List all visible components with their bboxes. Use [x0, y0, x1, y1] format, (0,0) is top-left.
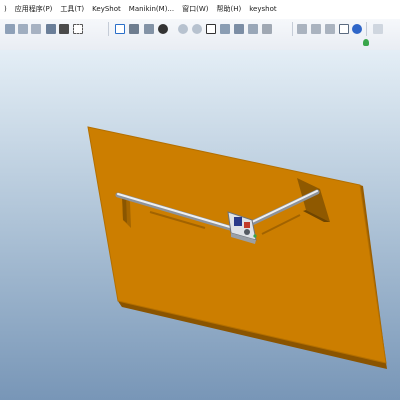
point-display-icon[interactable]: [311, 24, 321, 34]
find-icon[interactable]: [59, 24, 69, 34]
copy-icon[interactable]: [5, 24, 15, 34]
menu-keyshot[interactable]: KeyShot: [88, 0, 125, 19]
annotation-display-icon[interactable]: [339, 24, 349, 34]
paste-icon[interactable]: [18, 24, 28, 34]
joint-pin: [244, 229, 250, 235]
spin-center-icon[interactable]: [158, 24, 168, 34]
menu-window[interactable]: 窗口(W): [178, 0, 212, 19]
graphics-viewport[interactable]: [0, 50, 400, 400]
paste-special-icon[interactable]: [31, 24, 41, 34]
csys-display-icon[interactable]: [325, 24, 335, 34]
view-manager-icon[interactable]: [129, 24, 139, 34]
menu-bar: ) 应用程序(P) 工具(T) KeyShot Manikin(M)... 窗口(W) 帮助…: [0, 0, 400, 20]
appearance-icon[interactable]: [352, 24, 362, 34]
joint-marker: [253, 234, 257, 238]
zoom-in-icon[interactable]: [178, 24, 188, 34]
saved-views-icon[interactable]: [234, 24, 244, 34]
reorient-icon[interactable]: [220, 24, 230, 34]
shading-icon[interactable]: [144, 24, 154, 34]
status-icon[interactable]: [363, 39, 369, 46]
joint-detail: [234, 217, 242, 226]
repaint-icon[interactable]: [115, 24, 125, 34]
menu-window-edge[interactable]: ): [0, 0, 11, 19]
refit-icon[interactable]: [206, 24, 216, 34]
toolbar-separator: [108, 22, 109, 36]
toolbar-separator: [292, 22, 293, 36]
regenerate-icon[interactable]: [46, 24, 56, 34]
3d-scene: [87, 126, 387, 369]
toolbar-separator: [366, 22, 367, 36]
sketch-icon[interactable]: [373, 24, 383, 34]
plane-display-icon[interactable]: [262, 24, 272, 34]
menu-keyshot-lower[interactable]: keyshot: [245, 0, 280, 19]
menu-manikin[interactable]: Manikin(M)...: [125, 0, 178, 19]
zoom-out-icon[interactable]: [192, 24, 202, 34]
mounting-plate[interactable]: [87, 126, 387, 364]
select-box-icon[interactable]: [73, 24, 83, 34]
axis-display-icon[interactable]: [297, 24, 307, 34]
toolbar: [0, 19, 400, 51]
layers-icon[interactable]: [248, 24, 258, 34]
joint-detail: [244, 222, 250, 228]
menu-applications[interactable]: 应用程序(P): [11, 0, 57, 19]
menu-tools[interactable]: 工具(T): [56, 0, 88, 19]
menu-help[interactable]: 帮助(H): [213, 0, 246, 19]
